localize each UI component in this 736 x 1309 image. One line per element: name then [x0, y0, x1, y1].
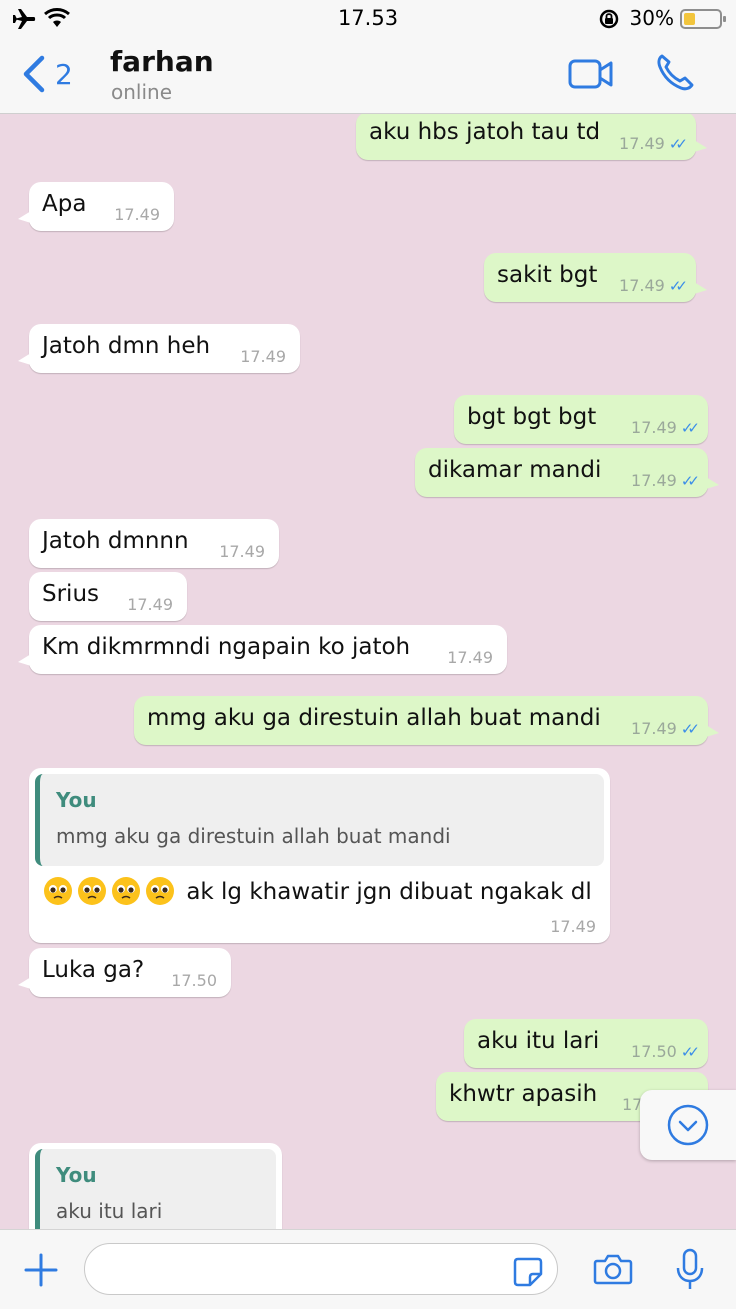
incoming-reply-message[interactable]: You mmg aku ga direstuin allah buat mand…: [29, 768, 610, 943]
status-bar: 17.53 30%: [0, 0, 736, 36]
bubble-tail: [18, 211, 31, 223]
message-text: aku hbs jatoh tau td: [369, 119, 601, 145]
pleading-face-emoji: [43, 877, 186, 905]
message-text: mmg aku ga direstuin allah buat mandi: [147, 705, 601, 731]
chat-area[interactable]: aku hbs jatoh tau td 17.49 ✓✓ Apa 17.49 s…: [0, 114, 736, 1229]
rotation-lock-icon: [599, 9, 619, 29]
message-time: 17.49: [631, 418, 677, 437]
bubble-tail: [706, 725, 719, 737]
read-ticks-icon: ✓✓: [668, 135, 688, 153]
status-time: 17.53: [337, 6, 399, 30]
message-text: ak lg khawatir jgn dibuat ngakak dl: [186, 879, 592, 905]
quote-text: mmg aku ga direstuin allah buat mandi: [56, 824, 451, 848]
incoming-message[interactable]: Luka ga? 17.50: [18, 948, 231, 997]
quote-author: You: [56, 1163, 97, 1187]
message-meta: 17.50 ✓✓: [631, 1042, 700, 1061]
contact-status: online: [111, 80, 173, 104]
outgoing-message[interactable]: bgt bgt bgt 17.49 ✓✓: [454, 395, 708, 444]
quote-text: aku itu lari: [56, 1199, 163, 1223]
message-text: sakit bgt: [497, 262, 598, 288]
voice-call-icon[interactable]: [655, 52, 695, 92]
message-text: khwtr apasih: [449, 1081, 598, 1107]
bubble-tail: [694, 140, 707, 152]
message-time: 17.49: [619, 276, 665, 295]
read-ticks-icon: ✓✓: [680, 1043, 700, 1061]
message-meta: 17.49 ✓✓: [631, 471, 700, 490]
back-unread-count[interactable]: 2: [55, 58, 73, 91]
message-input[interactable]: [84, 1243, 558, 1295]
message-meta: 17.49 ✓✓: [631, 719, 700, 738]
incoming-reply-message[interactable]: You aku itu lari: [29, 1143, 282, 1229]
message-time: 17.49: [114, 205, 160, 224]
message-time: 17.49: [127, 595, 173, 614]
read-ticks-icon: ✓✓: [680, 419, 700, 437]
contact-name[interactable]: farhan: [110, 45, 214, 78]
incoming-message[interactable]: Km dikmrmndi ngapain ko jatoh 17.49: [18, 625, 507, 674]
message-text: Srius: [42, 581, 100, 607]
message-text: Jatoh dmnnn: [42, 528, 189, 554]
outgoing-message[interactable]: sakit bgt 17.49 ✓✓: [484, 253, 707, 302]
battery-percent: 30%: [629, 6, 674, 30]
message-time: 17.49: [447, 648, 493, 667]
message-time: 17.49: [550, 917, 596, 936]
message-text: Luka ga?: [42, 957, 145, 983]
read-ticks-icon: ✓✓: [680, 720, 700, 738]
incoming-message[interactable]: Jatoh dmnnn 17.49: [29, 519, 279, 568]
incoming-message[interactable]: Srius 17.49: [29, 572, 187, 621]
message-time: 17.50: [631, 1042, 677, 1061]
chevron-down-circle-icon: [667, 1104, 709, 1146]
bubble-tail: [694, 282, 707, 294]
message-text: Km dikmrmndi ngapain ko jatoh: [42, 634, 411, 660]
camera-icon[interactable]: [593, 1252, 633, 1286]
quote-author: You: [56, 788, 97, 812]
message-time: 17.49: [631, 719, 677, 738]
message-time: 17.49: [240, 347, 286, 366]
message-time: 17.49: [219, 542, 265, 561]
quoted-message[interactable]: You aku itu lari: [35, 1149, 276, 1229]
back-chevron-icon[interactable]: [20, 54, 48, 94]
video-call-icon[interactable]: [568, 58, 614, 90]
outgoing-message[interactable]: mmg aku ga direstuin allah buat mandi 17…: [134, 696, 719, 745]
message-text: Jatoh dmn heh: [42, 333, 211, 359]
outgoing-message[interactable]: aku hbs jatoh tau td 17.49 ✓✓: [356, 114, 707, 160]
bubble-tail: [18, 977, 31, 989]
message-meta: 17.49 ✓✓: [619, 134, 688, 153]
message-text: Apa: [42, 191, 87, 217]
sticker-icon[interactable]: [512, 1256, 544, 1288]
incoming-message[interactable]: Apa 17.49: [18, 182, 174, 231]
message-text: aku itu lari: [477, 1028, 600, 1054]
scroll-to-bottom-button[interactable]: [640, 1090, 736, 1160]
chat-header: 2 farhan online: [0, 36, 736, 114]
plus-icon[interactable]: [23, 1252, 59, 1288]
message-meta: 17.49 ✓✓: [619, 276, 688, 295]
outgoing-message[interactable]: aku itu lari 17.50 ✓✓: [464, 1019, 708, 1068]
microphone-icon[interactable]: [674, 1248, 706, 1292]
message-text: dikamar mandi: [428, 457, 602, 483]
incoming-message[interactable]: Jatoh dmn heh 17.49: [18, 324, 300, 373]
read-ticks-icon: ✓✓: [680, 472, 700, 490]
message-time: 17.50: [171, 971, 217, 990]
bubble-tail: [706, 477, 719, 489]
quoted-message[interactable]: You mmg aku ga direstuin allah buat mand…: [35, 774, 604, 866]
read-ticks-icon: ✓✓: [668, 277, 688, 295]
message-text: bgt bgt bgt: [467, 404, 597, 430]
battery-icon: [680, 9, 726, 29]
input-bar: [0, 1229, 736, 1309]
message-time: 17.49: [631, 471, 677, 490]
bubble-tail: [18, 654, 31, 666]
message-body: ak lg khawatir jgn dibuat ngakak dl: [43, 876, 592, 906]
outgoing-message[interactable]: dikamar mandi 17.49 ✓✓: [415, 448, 719, 497]
bubble-tail: [18, 353, 31, 365]
message-meta: 17.49 ✓✓: [631, 418, 700, 437]
message-time: 17.49: [619, 134, 665, 153]
